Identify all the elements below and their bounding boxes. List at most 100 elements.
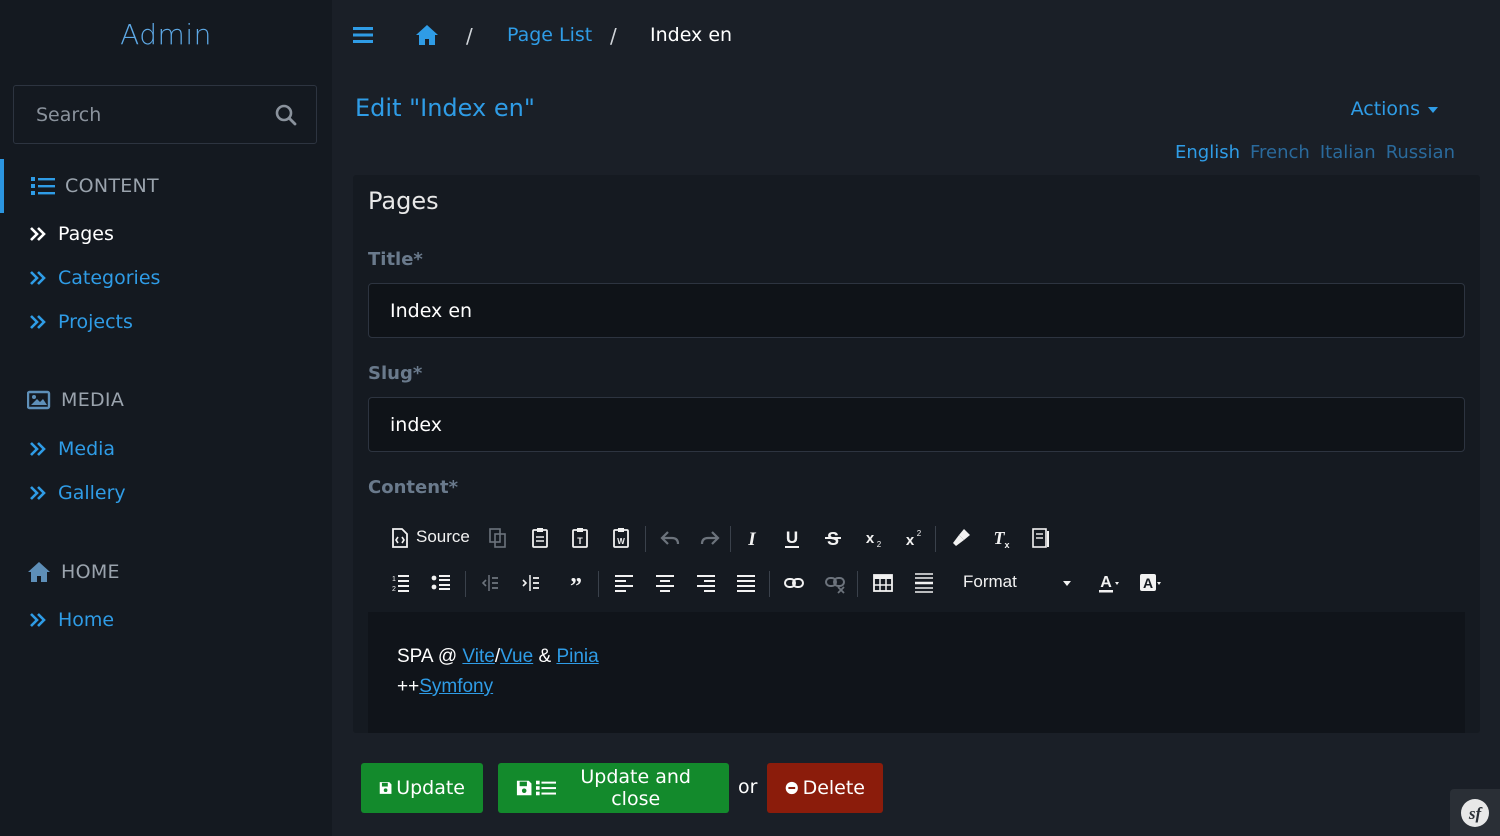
sidebar-item-label: Categories bbox=[58, 267, 161, 289]
main-content: / Page List / Index en Edit "Index en" A… bbox=[332, 0, 1500, 836]
svg-text:A: A bbox=[1143, 575, 1153, 591]
unlink-icon[interactable] bbox=[822, 570, 848, 596]
link-pinia[interactable]: Pinia bbox=[556, 646, 598, 667]
chevron-double-right-icon bbox=[29, 485, 47, 501]
sidebar-section-media[interactable]: MEDIA bbox=[0, 373, 332, 427]
sidebar-item-home[interactable]: Home bbox=[0, 600, 332, 640]
minus-circle-icon bbox=[785, 781, 798, 795]
align-center-icon[interactable] bbox=[652, 570, 678, 596]
paste-icon[interactable] bbox=[527, 525, 553, 551]
save-icon bbox=[379, 782, 392, 794]
toolbar-separator bbox=[857, 571, 858, 597]
source-button[interactable]: Source bbox=[416, 527, 470, 547]
outdent-icon[interactable] bbox=[476, 570, 502, 596]
svg-text:2: 2 bbox=[917, 529, 922, 538]
superscript-icon[interactable]: x2 bbox=[900, 525, 926, 551]
sidebar-item-gallery[interactable]: Gallery bbox=[0, 473, 332, 513]
lang-english[interactable]: English bbox=[1175, 142, 1240, 163]
undo-icon[interactable] bbox=[657, 525, 683, 551]
lang-french[interactable]: French bbox=[1250, 142, 1310, 163]
sidebar-item-projects[interactable]: Projects bbox=[0, 302, 332, 342]
background-color-icon[interactable]: A bbox=[1137, 570, 1163, 596]
list-icon bbox=[31, 175, 55, 197]
search-box bbox=[13, 85, 317, 144]
svg-text:1: 1 bbox=[392, 576, 396, 583]
link-icon[interactable] bbox=[781, 570, 807, 596]
lang-russian[interactable]: Russian bbox=[1386, 142, 1455, 163]
strikethrough-icon[interactable]: S bbox=[820, 525, 846, 551]
sidebar-section-content[interactable]: CONTENT bbox=[0, 159, 332, 213]
actions-label: Actions bbox=[1350, 98, 1420, 120]
subscript-icon[interactable]: x2 bbox=[860, 525, 886, 551]
update-and-close-label: Update and close bbox=[580, 766, 691, 810]
link-vite[interactable]: Vite bbox=[462, 646, 494, 667]
sidebar-item-pages[interactable]: Pages bbox=[0, 214, 332, 254]
svg-text:2: 2 bbox=[392, 586, 396, 593]
slug-input[interactable]: index bbox=[368, 397, 1465, 452]
toolbar-separator bbox=[645, 526, 646, 552]
toolbar-separator bbox=[598, 571, 599, 597]
actions-dropdown[interactable]: Actions bbox=[1351, 98, 1438, 120]
brand-logo[interactable]: Admin bbox=[0, 18, 332, 51]
caret-down-icon[interactable] bbox=[1054, 570, 1080, 596]
remove-format-icon[interactable]: Tx bbox=[988, 525, 1014, 551]
title-input[interactable]: Index en bbox=[368, 283, 1465, 338]
underline-icon[interactable]: U bbox=[779, 525, 805, 551]
source-icon[interactable] bbox=[387, 525, 413, 551]
link-vue[interactable]: Vue bbox=[500, 646, 533, 667]
breadcrumb-current: Index en bbox=[650, 24, 733, 46]
sidebar-item-label: Pages bbox=[58, 223, 114, 245]
align-right-icon[interactable] bbox=[693, 570, 719, 596]
topbar: / Page List / Index en bbox=[332, 0, 1500, 70]
paste-word-icon[interactable]: W bbox=[608, 525, 634, 551]
link-symfony[interactable]: Symfony bbox=[419, 676, 493, 697]
breadcrumb-separator: / bbox=[466, 24, 473, 48]
sidebar-item-categories[interactable]: Categories bbox=[0, 258, 332, 298]
copy-icon[interactable] bbox=[485, 525, 511, 551]
breadcrumb-link-page-list[interactable]: Page List bbox=[507, 24, 592, 46]
rich-text-editor[interactable]: SPA @ Vite/Vue & Pinia ++Symfony bbox=[368, 612, 1465, 733]
sidebar-item-label: Gallery bbox=[58, 482, 126, 504]
sidebar-section-label: CONTENT bbox=[65, 175, 159, 197]
content-label: Content* bbox=[368, 477, 459, 498]
breadcrumb-home-icon[interactable] bbox=[415, 24, 439, 46]
redo-icon[interactable] bbox=[697, 525, 723, 551]
form-footer: Update Update and close or Delete bbox=[332, 733, 1500, 836]
or-text: or bbox=[738, 776, 758, 798]
lang-italian[interactable]: Italian bbox=[1320, 142, 1376, 163]
hamburger-menu-icon[interactable] bbox=[353, 26, 373, 44]
update-button[interactable]: Update bbox=[361, 763, 483, 813]
sidebar: Admin CONTENT Pages Categories Projects … bbox=[0, 0, 332, 836]
horizontal-rule-icon[interactable] bbox=[911, 570, 937, 596]
toolbar-separator bbox=[465, 571, 466, 597]
numbered-list-icon[interactable]: 12 bbox=[387, 570, 413, 596]
table-icon[interactable] bbox=[870, 570, 896, 596]
sidebar-section-home[interactable]: HOME bbox=[0, 545, 332, 599]
align-justify-icon[interactable] bbox=[733, 570, 759, 596]
bulleted-list-icon[interactable] bbox=[428, 570, 454, 596]
align-left-icon[interactable] bbox=[611, 570, 637, 596]
italic-icon[interactable]: I bbox=[739, 525, 765, 551]
paste-text-icon[interactable]: T bbox=[567, 525, 593, 551]
svg-text:x: x bbox=[1004, 540, 1009, 549]
format-dropdown[interactable]: Format bbox=[963, 572, 1017, 592]
search-input[interactable] bbox=[14, 86, 264, 143]
chevron-double-right-icon bbox=[29, 270, 47, 286]
sidebar-item-media[interactable]: Media bbox=[0, 429, 332, 469]
update-and-close-button[interactable]: Update and close bbox=[498, 763, 729, 813]
text-color-icon[interactable]: A bbox=[1095, 570, 1121, 596]
sidebar-item-label: Media bbox=[58, 438, 116, 460]
copy-formatting-icon[interactable] bbox=[948, 525, 974, 551]
page-break-icon[interactable] bbox=[1028, 525, 1054, 551]
svg-text:2: 2 bbox=[877, 540, 882, 549]
symfony-toolbar-icon[interactable]: sf bbox=[1450, 789, 1500, 836]
search-icon[interactable] bbox=[274, 103, 298, 127]
toolbar-separator bbox=[769, 571, 770, 597]
toolbar-separator bbox=[730, 526, 731, 552]
panel-title: Pages bbox=[368, 187, 439, 215]
chevron-double-right-icon bbox=[29, 612, 47, 628]
delete-button[interactable]: Delete bbox=[767, 763, 883, 813]
indent-icon[interactable] bbox=[517, 570, 543, 596]
sidebar-item-label: Home bbox=[58, 609, 115, 631]
blockquote-icon[interactable]: ” bbox=[563, 570, 589, 596]
